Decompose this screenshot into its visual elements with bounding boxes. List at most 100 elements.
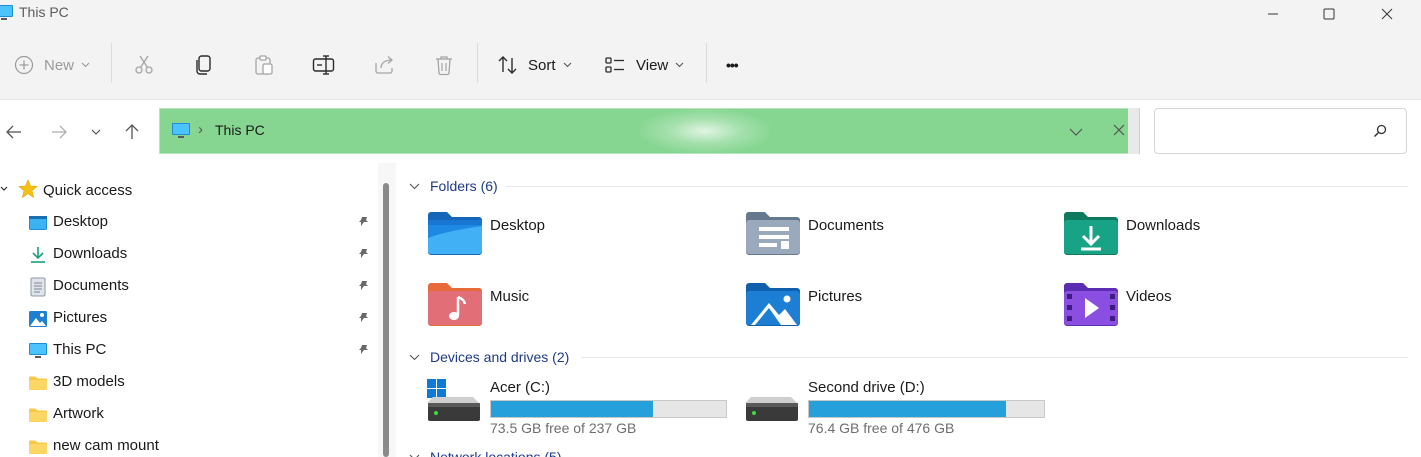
pin-icon (358, 343, 370, 359)
back-button[interactable] (0, 118, 28, 146)
music-folder-icon (428, 283, 482, 326)
share-button[interactable] (373, 48, 395, 82)
drive-tile-d[interactable]: Second drive (D:) 76.4 GB free of 476 GB (745, 379, 1055, 439)
address-bar[interactable]: › This PC (159, 108, 1130, 154)
trash-icon (436, 56, 452, 76)
navigation-pane: Quick access Desktop Downloads Documents… (0, 163, 377, 457)
up-button[interactable] (118, 118, 146, 146)
drive-tile-c[interactable]: Acer (C:) 73.5 GB free of 237 GB (427, 379, 737, 439)
folder-tile-label: Documents (808, 217, 884, 234)
devices-group-header[interactable]: Devices and drives (2) (409, 346, 569, 368)
folder-tile-pictures[interactable]: Pictures (745, 281, 1045, 343)
sidebar-item-label: This PC (53, 341, 107, 358)
this-pc-icon (28, 341, 48, 361)
chevron-down-icon (81, 62, 90, 68)
forward-button[interactable] (45, 118, 73, 146)
drive-name: Second drive (D:) (808, 379, 925, 396)
clipboard-icon (255, 55, 273, 75)
network-group-header[interactable]: Network locations (5) (409, 446, 562, 457)
folders-group-header[interactable]: Folders (6) (409, 175, 498, 197)
pictures-icon (28, 309, 48, 329)
documents-folder-icon (746, 212, 800, 255)
address-bar-highlight (640, 109, 770, 153)
address-history-button[interactable] (1069, 124, 1083, 140)
rename-icon (312, 55, 335, 75)
pin-icon (358, 215, 370, 231)
sort-icon (498, 56, 517, 74)
copy-icon (196, 55, 211, 75)
videos-folder-icon (1064, 283, 1118, 326)
arrow-left-icon (6, 125, 21, 139)
more-options-button[interactable]: ••• (726, 48, 739, 82)
folder-icon (28, 405, 48, 425)
title-bar: This PC (0, 0, 1421, 28)
chevron-down-icon (91, 129, 101, 135)
windows-drive-icon (427, 379, 480, 421)
paste-button[interactable] (253, 48, 275, 82)
folder-icon (28, 437, 48, 457)
sidebar-item-this-pc[interactable]: This PC (0, 335, 377, 365)
folder-tile-videos[interactable]: Videos (1063, 281, 1363, 343)
sidebar-item-downloads[interactable]: Downloads (0, 239, 377, 269)
sidebar-item-new-cam-mount[interactable]: new cam mount (0, 431, 377, 457)
folder-tile-desktop[interactable]: Desktop (427, 210, 727, 272)
chevron-down-icon (409, 454, 420, 457)
minimize-button[interactable] (1250, 0, 1296, 28)
pin-icon (358, 279, 370, 295)
folder-tile-label: Videos (1126, 288, 1172, 305)
search-box[interactable] (1154, 108, 1407, 154)
sidebar-item-quick-access[interactable]: Quick access (0, 175, 377, 205)
drive-free-space: 76.4 GB free of 476 GB (808, 420, 955, 436)
maximize-button[interactable] (1306, 0, 1352, 28)
hard-drive-icon (745, 397, 798, 421)
chevron-down-icon (409, 354, 420, 360)
chevron-down-icon (0, 186, 8, 191)
new-button[interactable]: New (14, 48, 90, 82)
drive-usage-fill (491, 401, 653, 417)
sidebar-quick-access-label: Quick access (43, 182, 133, 199)
star-icon (18, 179, 38, 202)
this-pc-icon (0, 4, 14, 25)
delete-button[interactable] (433, 48, 455, 82)
drive-usage-fill (809, 401, 1006, 417)
downloads-folder-icon (1064, 212, 1118, 255)
clear-address-button[interactable] (1113, 123, 1125, 139)
drive-usage-bar (808, 400, 1045, 418)
minimize-icon (1268, 13, 1278, 15)
view-label: View (636, 56, 669, 74)
view-button[interactable]: View (604, 48, 684, 82)
sidebar-item-documents[interactable]: Documents (0, 271, 377, 301)
rename-button[interactable] (312, 48, 336, 82)
desktop-icon (28, 213, 48, 233)
copy-button[interactable] (193, 48, 215, 82)
toolbar-divider (111, 43, 112, 83)
more-options-icon: ••• (726, 57, 739, 73)
sidebar-item-artwork[interactable]: Artwork (0, 399, 377, 429)
network-group-title: Network locations (5) (430, 449, 562, 457)
folder-tile-label: Downloads (1126, 217, 1201, 234)
close-window-button[interactable] (1364, 0, 1410, 28)
breadcrumb-this-pc[interactable]: This PC (215, 122, 265, 138)
sidebar-item-desktop[interactable]: Desktop (0, 207, 377, 237)
arrow-right-icon (52, 125, 67, 139)
sidebar-item-label: Artwork (53, 405, 104, 422)
chevron-down-icon (1069, 128, 1083, 136)
toolbar-divider (477, 43, 478, 83)
folder-tile-downloads[interactable]: Downloads (1063, 210, 1363, 272)
sidebar-item-pictures[interactable]: Pictures (0, 303, 377, 333)
sidebar-scrollbar-thumb[interactable] (383, 183, 389, 457)
folder-icon (28, 373, 48, 393)
sidebar-item-label: new cam mount (53, 437, 159, 454)
sort-button[interactable]: Sort (497, 48, 572, 82)
folder-tile-documents[interactable]: Documents (745, 210, 1045, 272)
drive-name: Acer (C:) (490, 379, 550, 396)
chevron-down-icon (563, 62, 571, 68)
recent-locations-button[interactable] (82, 118, 110, 146)
search-icon (1373, 124, 1387, 141)
sidebar-item-3d-models[interactable]: 3D models (0, 367, 377, 397)
share-icon (375, 56, 393, 74)
folder-tile-label: Music (490, 288, 530, 305)
cut-button[interactable] (133, 48, 155, 82)
window-title: This PC (19, 4, 69, 20)
folder-tile-music[interactable]: Music (427, 281, 727, 343)
